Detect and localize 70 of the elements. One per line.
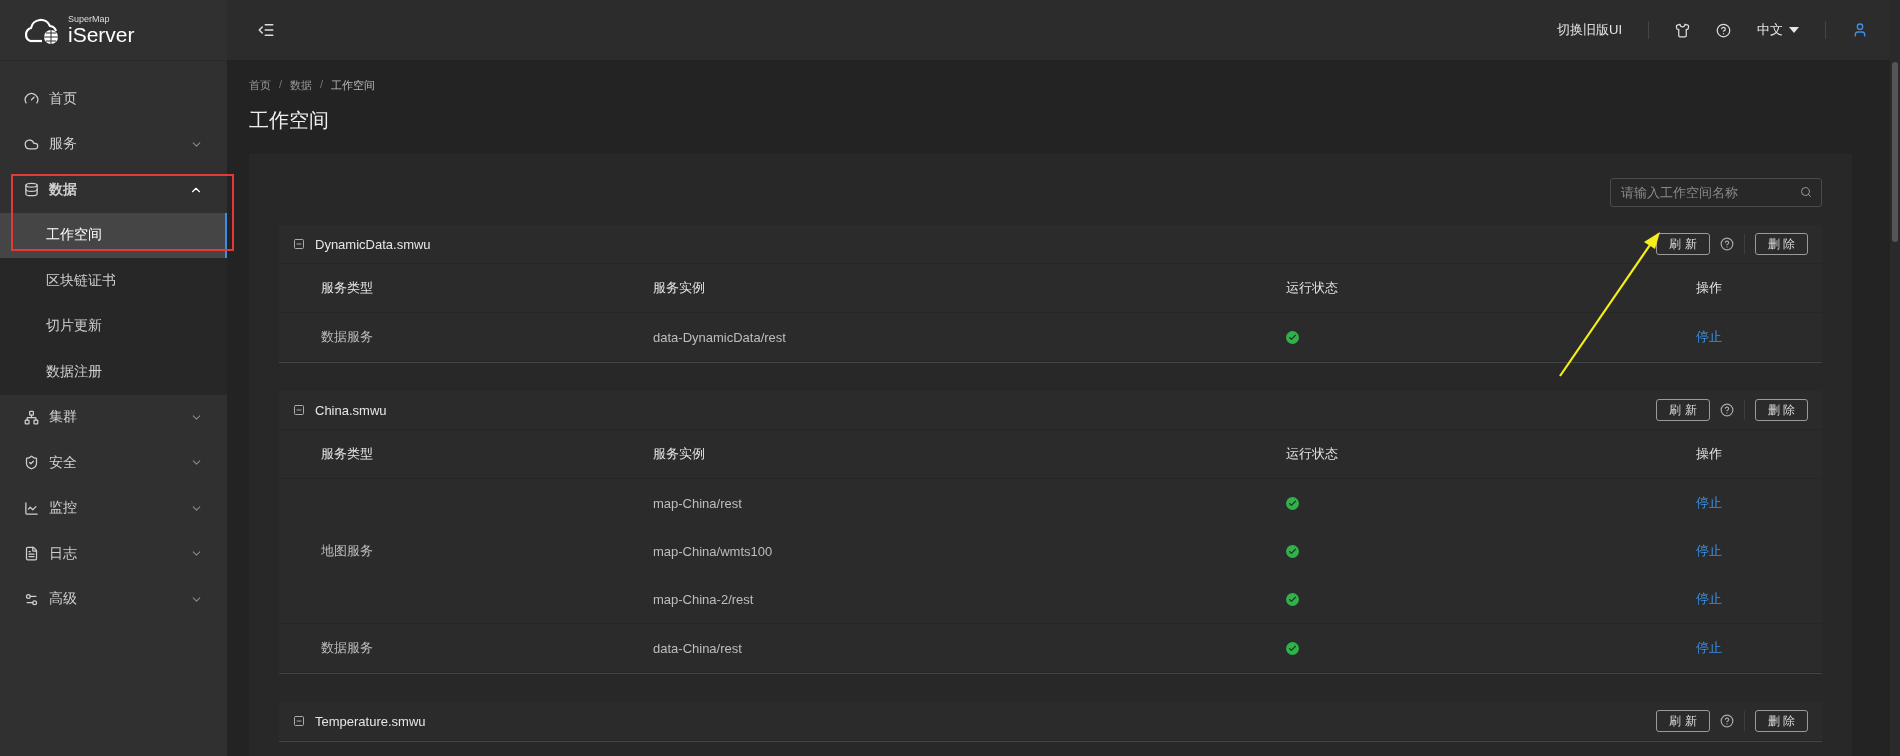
column-header: 运行状态: [1286, 279, 1339, 297]
stop-link[interactable]: 停止: [1696, 591, 1722, 606]
workspace-name: DynamicData.smwu: [315, 236, 432, 252]
logo-small-text: SuperMap: [68, 15, 111, 24]
sidebar-subitem[interactable]: 切片更新: [0, 303, 227, 349]
table-cell-text: map-China-2/rest: [653, 591, 755, 607]
table-cell-text: 数据服务: [321, 328, 374, 346]
help-icon[interactable]: [1719, 403, 1734, 417]
sidebar-subitem[interactable]: 区块链证书: [0, 258, 227, 304]
stop-link[interactable]: 停止: [1696, 495, 1722, 510]
search-field[interactable]: 请输入工作空间名称: [1610, 178, 1822, 207]
menu-item-icon: [24, 409, 39, 425]
column-header: 服务类型: [321, 445, 374, 463]
sidebar-item[interactable]: 高级: [0, 576, 227, 622]
sidebar-item[interactable]: 安全: [0, 440, 227, 486]
menu-item-icon: [24, 182, 39, 198]
breadcrumb-link[interactable]: 数据: [290, 78, 313, 93]
menu-item-icon: [24, 591, 39, 607]
menu-item-icon: [24, 136, 39, 152]
help-icon[interactable]: [1719, 714, 1734, 728]
column-header: 操作: [1696, 279, 1723, 297]
refresh-button[interactable]: 刷 新: [1656, 710, 1710, 732]
sidebar-item[interactable]: 监控: [0, 485, 227, 531]
stop-link[interactable]: 停止: [1696, 543, 1722, 558]
user-icon[interactable]: [1852, 22, 1868, 38]
table-cell-text: map-China/wmts100: [653, 543, 774, 559]
column-header: 操作: [1696, 445, 1723, 463]
column-header: 服务实例: [653, 445, 706, 463]
collapse-icon[interactable]: [293, 238, 305, 250]
refresh-button[interactable]: 刷 新: [1656, 399, 1710, 421]
column-header: 服务类型: [321, 279, 374, 297]
sidebar-item[interactable]: 服务: [0, 121, 227, 167]
column-header: 运行状态: [1286, 445, 1339, 463]
page-title: 工作空间: [249, 108, 330, 133]
menu-item-icon: [24, 455, 39, 471]
stop-link[interactable]: 停止: [1696, 640, 1722, 655]
sidebar-item[interactable]: 集群: [0, 394, 227, 440]
table-cell-text: data-DynamicData/rest: [653, 329, 787, 345]
delete-button[interactable]: 删 除: [1754, 399, 1808, 421]
breadcrumb-item: 工作空间: [331, 78, 376, 93]
stop-link[interactable]: 停止: [1696, 329, 1722, 344]
menu-item-icon: [24, 546, 39, 562]
shirt-icon[interactable]: [1675, 22, 1690, 38]
workspace-name: China.smwu: [315, 402, 388, 418]
search-icon: [1800, 186, 1812, 198]
help-icon[interactable]: [1719, 237, 1734, 251]
sidebar-item[interactable]: 数据: [0, 167, 227, 213]
sidebar-item[interactable]: 日志: [0, 531, 227, 577]
sidebar-subitem[interactable]: 工作空间: [0, 212, 227, 258]
breadcrumb-separator: /: [279, 78, 283, 92]
delete-button[interactable]: 删 除: [1754, 710, 1808, 732]
table-cell-text: map-China/rest: [653, 495, 743, 511]
logo-text: iServer: [68, 24, 135, 45]
menu-item-icon: [24, 500, 39, 516]
scrollbar[interactable]: [1890, 0, 1900, 756]
table-cell-text: 数据服务: [321, 639, 374, 657]
sidebar-subitem[interactable]: 数据注册: [0, 349, 227, 395]
column-header: 服务实例: [653, 279, 706, 297]
switch-ui-link[interactable]: 切换旧版UI: [1557, 21, 1622, 39]
language-dropdown[interactable]: 中文: [1757, 21, 1799, 39]
table-cell-text: data-China/rest: [653, 640, 743, 656]
breadcrumb-separator: /: [320, 78, 324, 92]
delete-button[interactable]: 删 除: [1754, 233, 1808, 255]
breadcrumb-link[interactable]: 首页: [249, 78, 271, 93]
collapse-icon[interactable]: [293, 404, 305, 416]
collapse-icon[interactable]: [293, 715, 305, 727]
sidebar-item[interactable]: 首页: [0, 76, 227, 122]
workspace-name: Temperature.smwu: [315, 713, 427, 729]
menu-fold-icon[interactable]: [257, 21, 275, 39]
table-cell-text: 地图服务: [321, 542, 374, 560]
